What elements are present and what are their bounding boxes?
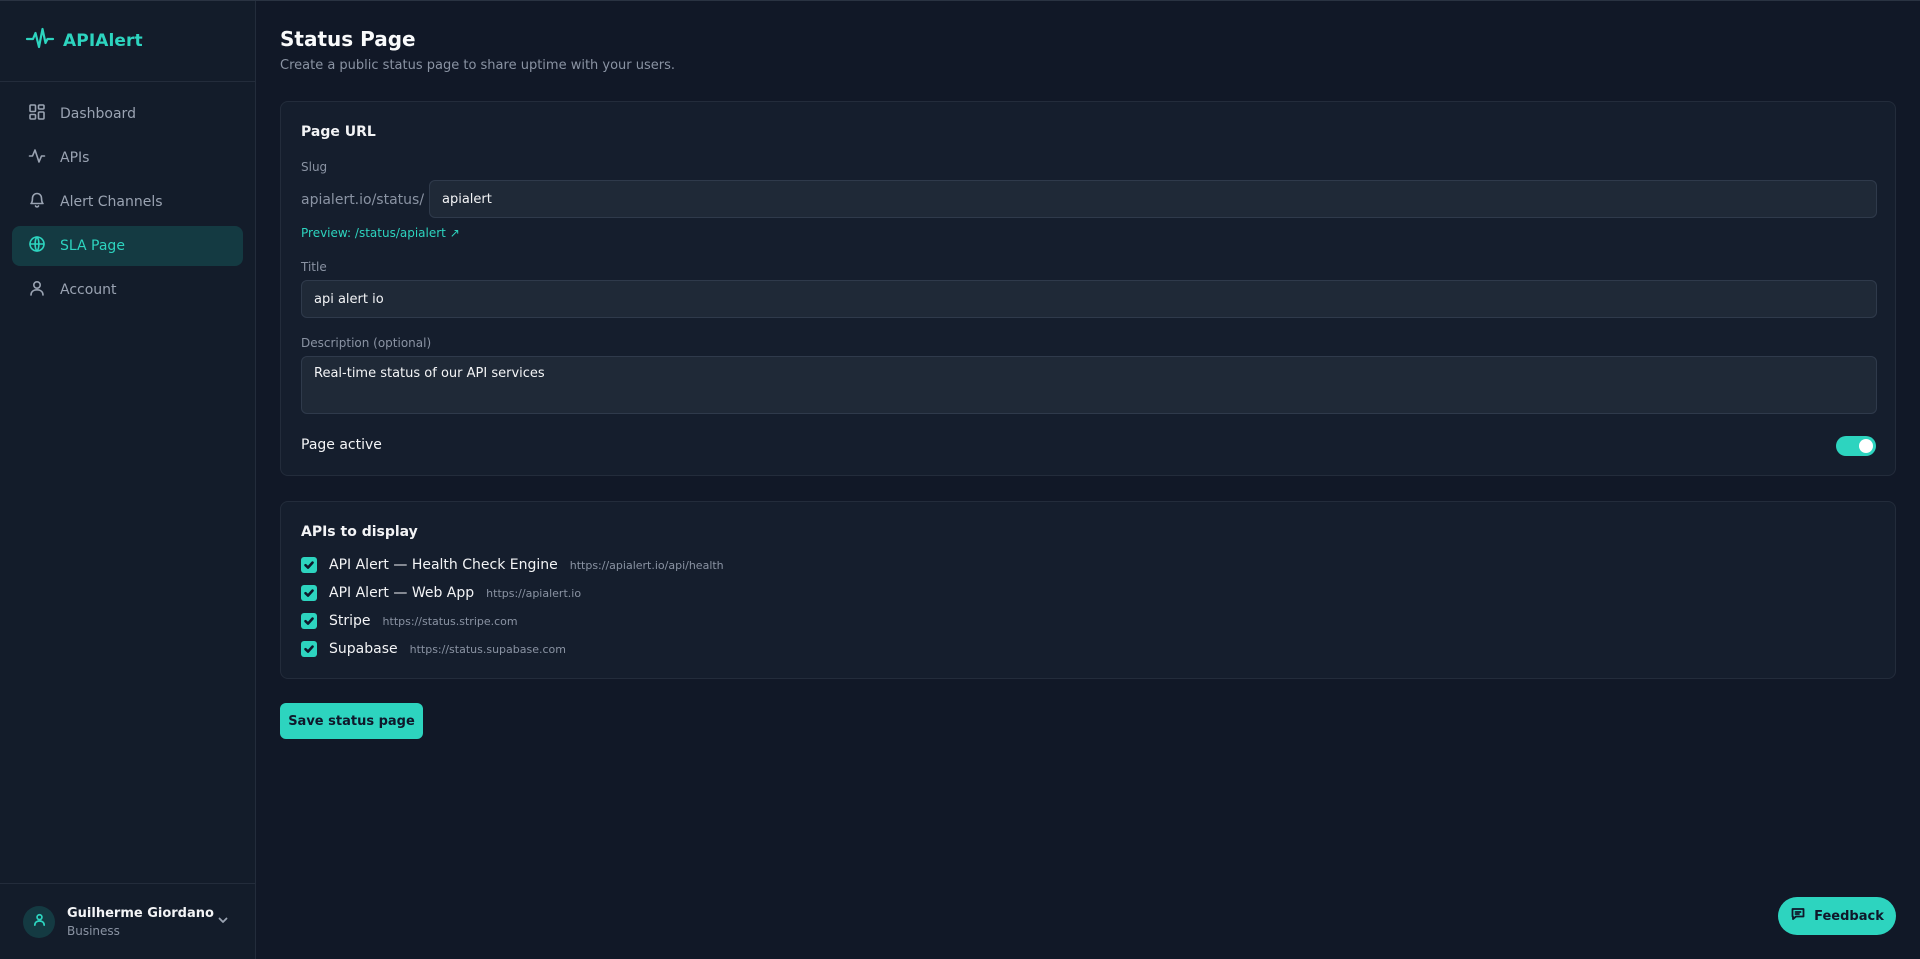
user-avatar-icon (32, 912, 47, 931)
api-checkbox[interactable] (301, 557, 317, 573)
page-active-toggle[interactable] (1836, 436, 1876, 456)
sidebar-item-label: APIs (60, 150, 90, 166)
brand-name: APIAlert (63, 31, 143, 51)
user-plan: Business (67, 923, 120, 938)
user-icon (28, 279, 46, 301)
chevron-down-icon[interactable] (216, 912, 230, 926)
sidebar-item-label: SLA Page (60, 238, 125, 254)
feedback-label: Feedback (1814, 908, 1884, 924)
globe-icon (28, 235, 46, 257)
dashboard-grid-icon (28, 103, 46, 125)
api-checkbox[interactable] (301, 585, 317, 601)
list-item: API Alert — Health Check Engine https://… (301, 556, 724, 574)
title-label: Title (301, 260, 327, 274)
avatar (23, 905, 55, 938)
list-item: Stripe https://status.stripe.com (301, 612, 518, 630)
api-url: https://status.stripe.com (382, 614, 518, 628)
slug-label: Slug (301, 160, 328, 174)
activity-icon (28, 147, 46, 169)
api-name: API Alert — Web App (329, 585, 475, 601)
section-title: APIs to display (301, 524, 418, 540)
description-label: Description (optional) (301, 336, 432, 350)
description-textarea[interactable]: Real-time status of our API services (301, 356, 1877, 414)
api-name: Supabase (329, 641, 398, 657)
user-name: Guilherme Giordano (67, 905, 214, 921)
check-icon (304, 617, 314, 625)
bell-icon (28, 191, 46, 213)
user-menu[interactable]: Guilherme Giordano Business (0, 883, 255, 959)
sidebar-item-label: Dashboard (60, 106, 136, 122)
api-checkbox[interactable] (301, 641, 317, 657)
top-border (0, 0, 1920, 1)
list-item: Supabase https://status.supabase.com (301, 640, 566, 658)
apis-card: APIs to display API Alert — Health Check… (280, 501, 1896, 679)
api-url: https://status.supabase.com (409, 642, 566, 656)
api-url: https://apialert.io/api/health (569, 558, 724, 572)
api-checkbox[interactable] (301, 613, 317, 629)
sidebar: APIAlert Dashboard APIs Alert Channels S… (0, 1, 256, 959)
sidebar-item-sla-page[interactable]: SLA Page (12, 226, 243, 266)
sidebar-nav: Dashboard APIs Alert Channels SLA Page A… (0, 82, 255, 326)
feedback-button[interactable]: Feedback (1778, 897, 1896, 935)
api-name: API Alert — Health Check Engine (329, 557, 558, 573)
save-status-page-button[interactable]: Save status page (280, 703, 423, 739)
section-title: Page URL (301, 124, 376, 140)
list-item: API Alert — Web App https://apialert.io (301, 584, 581, 602)
sidebar-item-alert-channels[interactable]: Alert Channels (12, 182, 243, 222)
api-name: Stripe (329, 613, 371, 629)
page-active-label: Page active (301, 437, 382, 453)
sidebar-item-label: Account (60, 282, 117, 298)
pulse-logo-icon (25, 24, 55, 58)
sidebar-item-dashboard[interactable]: Dashboard (12, 94, 243, 134)
sidebar-item-label: Alert Channels (60, 194, 163, 210)
page-subtitle: Create a public status page to share upt… (280, 58, 676, 73)
brand[interactable]: APIAlert (0, 1, 255, 82)
sidebar-item-apis[interactable]: APIs (12, 138, 243, 178)
page-url-card: Page URL Slug apialert.io/status/ Previe… (280, 101, 1896, 476)
check-icon (304, 645, 314, 653)
page-title: Status Page (280, 27, 416, 51)
api-url: https://apialert.io (486, 586, 582, 600)
message-square-icon (1790, 906, 1806, 926)
preview-link[interactable]: Preview: /status/apialert ↗ (301, 226, 460, 240)
check-icon (304, 561, 314, 569)
title-input[interactable] (301, 280, 1877, 318)
slug-prefix: apialert.io/status/ (301, 192, 425, 208)
toggle-knob (1859, 439, 1873, 453)
sidebar-item-account[interactable]: Account (12, 270, 243, 310)
check-icon (304, 589, 314, 597)
slug-input[interactable] (429, 180, 1877, 218)
